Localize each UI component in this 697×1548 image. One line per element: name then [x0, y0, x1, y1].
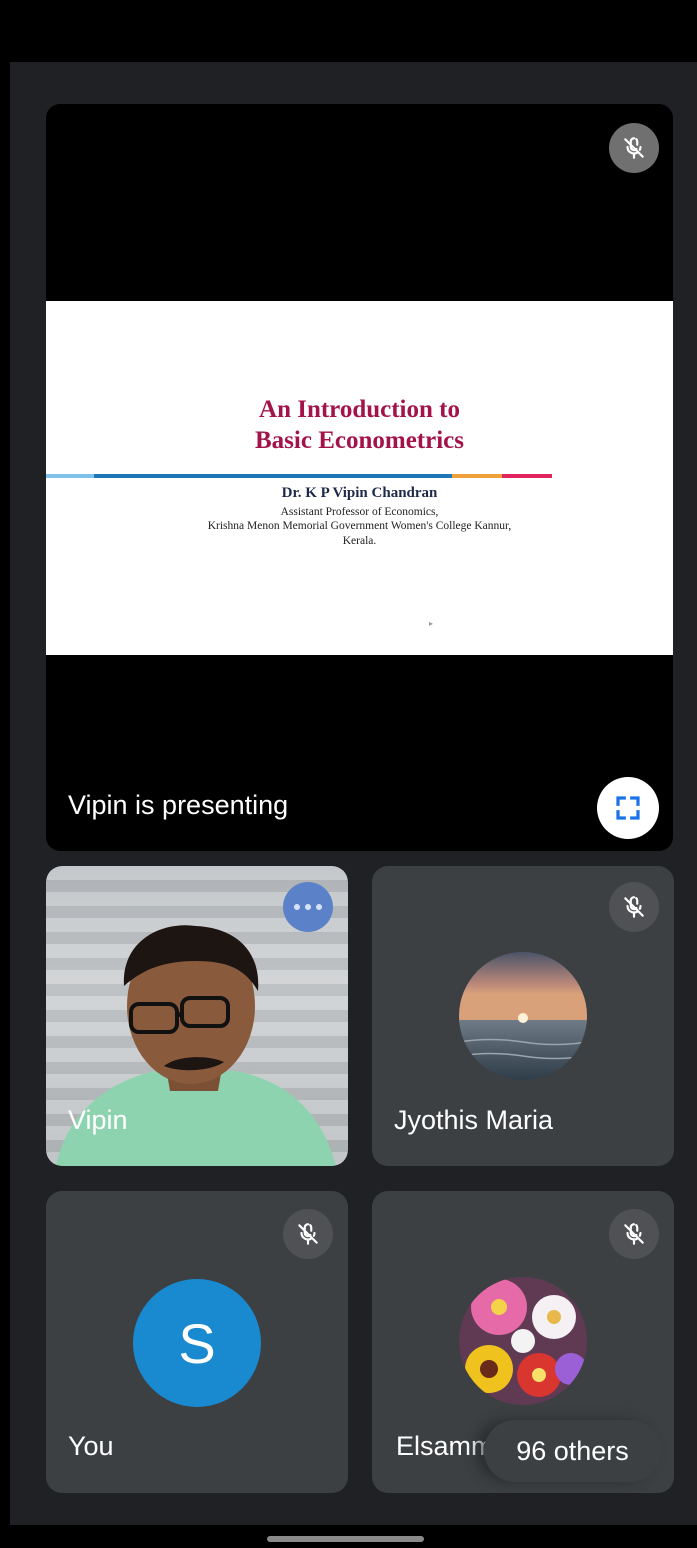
avatar: S [133, 1279, 261, 1407]
fullscreen-button[interactable] [597, 777, 659, 839]
slide-title-line1: An Introduction to [259, 396, 460, 423]
participant-tile-you[interactable]: S You [46, 1191, 348, 1493]
cursor-icon: ▸ [429, 619, 434, 628]
participant-name: Elsamm [396, 1431, 494, 1461]
screen-edge [0, 62, 10, 1525]
divider-segment [452, 474, 502, 478]
slide-affiliation-1: Assistant Professor of Economics, [280, 506, 439, 518]
participant-name: You [68, 1431, 114, 1461]
mic-off-icon [609, 1209, 659, 1259]
others-button[interactable]: 96 others [484, 1420, 661, 1482]
slide-affiliation-3: Kerala. [342, 535, 377, 547]
slide-divider [46, 474, 552, 478]
mic-off-icon [609, 123, 659, 173]
slide-affiliation-2: Krishna Menon Memorial Government Women'… [207, 520, 512, 532]
avatar [459, 1277, 587, 1405]
mic-off-icon [609, 882, 659, 932]
divider-segment [502, 474, 552, 478]
divider-segment [94, 474, 452, 478]
navigation-bar [0, 1525, 697, 1548]
participant-tile-vipin[interactable]: Vipin [46, 866, 348, 1166]
avatar [459, 952, 587, 1080]
mic-off-icon [283, 1209, 333, 1259]
more-options-button[interactable] [283, 882, 333, 932]
participant-name: Jyothis Maria [394, 1105, 554, 1135]
presenter-label: Vipin is presenting [68, 790, 289, 820]
fullscreen-icon [616, 796, 640, 820]
presentation-tile[interactable]: An Introduction to Basic Econometrics Dr… [46, 104, 673, 851]
slide-title-line2: Basic Econometrics [255, 427, 464, 454]
home-gesture-bar[interactable] [267, 1536, 424, 1542]
more-options-icon [294, 904, 300, 910]
shared-slide: An Introduction to Basic Econometrics Dr… [46, 301, 673, 655]
participant-name: Vipin [68, 1105, 128, 1135]
participant-tile-jyothis[interactable]: Jyothis Maria [372, 866, 674, 1166]
divider-segment [46, 474, 94, 478]
slide-author: Dr. K P Vipin Chandran [281, 485, 438, 501]
slide-title: An Introduction to Basic Econometrics [46, 394, 673, 456]
